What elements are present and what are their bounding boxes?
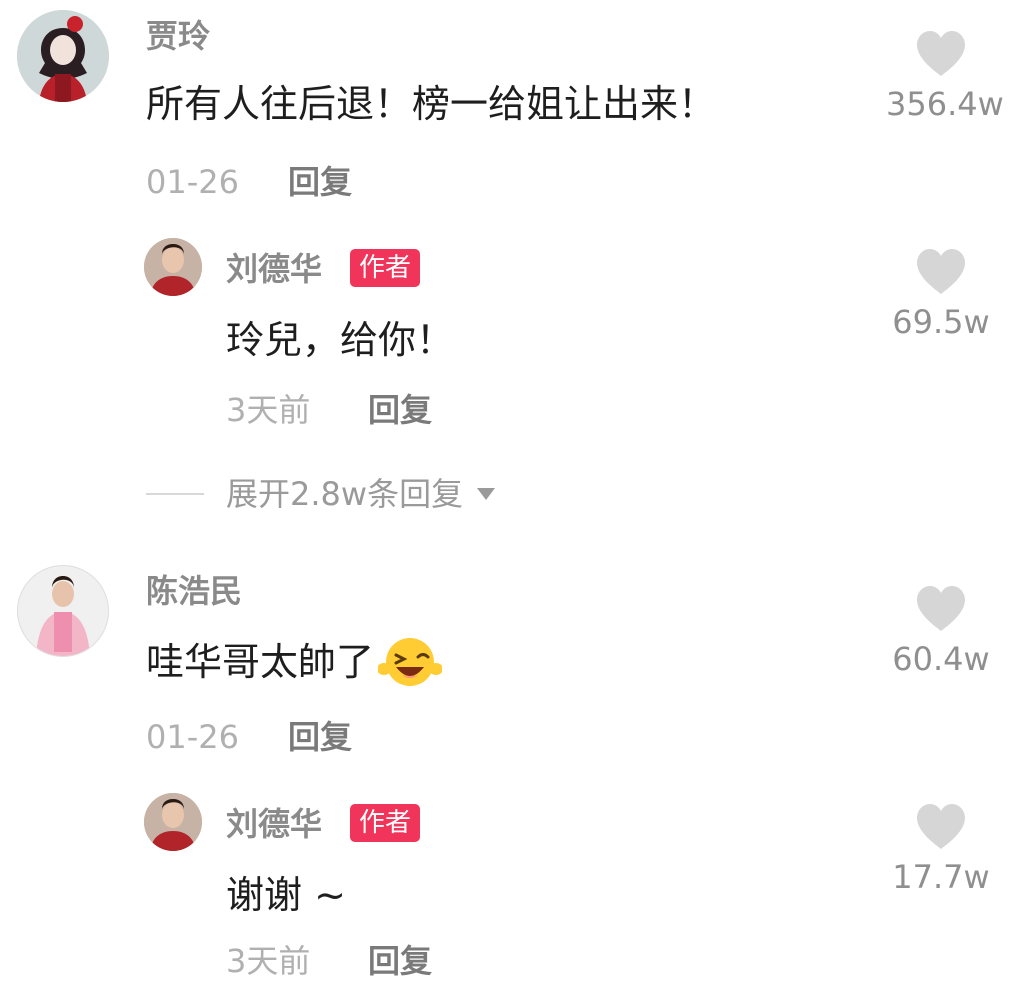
comment-item: 陈浩民 哇华哥太帥了 01-26 回复 60.4w 刘德华 作者 谢谢 ~ 3天… bbox=[0, 555, 1036, 980]
like-count: 356.4w bbox=[886, 85, 1004, 123]
reply-username[interactable]: 刘德华 bbox=[226, 249, 322, 289]
heart-icon bbox=[917, 249, 965, 294]
reply-button[interactable]: 回复 bbox=[288, 717, 352, 757]
avatar-man-pink-icon bbox=[18, 566, 108, 656]
reply-date: 3天前 bbox=[226, 391, 311, 429]
expand-replies-line bbox=[146, 493, 204, 495]
comment-date: 01-26 bbox=[146, 163, 239, 201]
triangle-down-icon bbox=[477, 488, 496, 500]
like-count: 17.7w bbox=[892, 858, 990, 896]
comment-text: 哇华哥太帥了 bbox=[146, 635, 443, 689]
reply-username[interactable]: 刘德华 bbox=[226, 804, 322, 844]
reply-avatar[interactable] bbox=[144, 238, 202, 296]
reply-button[interactable]: 回复 bbox=[368, 390, 432, 430]
heart-icon bbox=[917, 804, 965, 849]
reply-date: 3天前 bbox=[226, 942, 311, 980]
like-button[interactable]: 356.4w bbox=[886, 30, 1004, 124]
author-badge: 作者 bbox=[350, 804, 421, 842]
comment-username[interactable]: 陈浩民 bbox=[146, 571, 242, 611]
expand-replies-button[interactable]: 展开2.8w条回复 bbox=[226, 474, 497, 514]
reply-button[interactable]: 回复 bbox=[368, 941, 432, 981]
like-button[interactable]: 60.4w bbox=[886, 585, 996, 679]
like-button[interactable]: 69.5w bbox=[886, 248, 996, 342]
like-count: 69.5w bbox=[892, 303, 990, 341]
laughing-wink-emoji-icon bbox=[378, 638, 443, 686]
avatar-man-icon bbox=[144, 793, 202, 851]
avatar[interactable] bbox=[17, 10, 109, 102]
reply-text: 谢谢 ~ bbox=[226, 873, 346, 917]
heart-icon bbox=[917, 586, 965, 631]
reply-avatar[interactable] bbox=[144, 793, 202, 851]
avatar-girl-icon bbox=[17, 10, 109, 102]
like-count: 60.4w bbox=[892, 640, 990, 678]
comment-date: 01-26 bbox=[146, 718, 239, 756]
like-button[interactable]: 17.7w bbox=[886, 803, 996, 897]
comment-text: 所有人往后退！榜一给姐让出来！ bbox=[146, 82, 717, 126]
heart-icon bbox=[917, 31, 965, 76]
author-badge: 作者 bbox=[350, 249, 421, 287]
reply-button[interactable]: 回复 bbox=[288, 162, 352, 202]
comment-item: 贾玲 所有人往后退！榜一给姐让出来！ 01-26 回复 356.4w 刘德华 作… bbox=[0, 0, 1036, 540]
avatar[interactable] bbox=[17, 565, 109, 657]
avatar-man-icon bbox=[144, 238, 202, 296]
comment-text-label: 哇华哥太帥了 bbox=[146, 640, 375, 684]
comment-username[interactable]: 贾玲 bbox=[146, 16, 210, 56]
expand-replies-label: 展开2.8w条回复 bbox=[226, 475, 464, 513]
reply-text: 玲兒，给你！ bbox=[226, 318, 455, 362]
